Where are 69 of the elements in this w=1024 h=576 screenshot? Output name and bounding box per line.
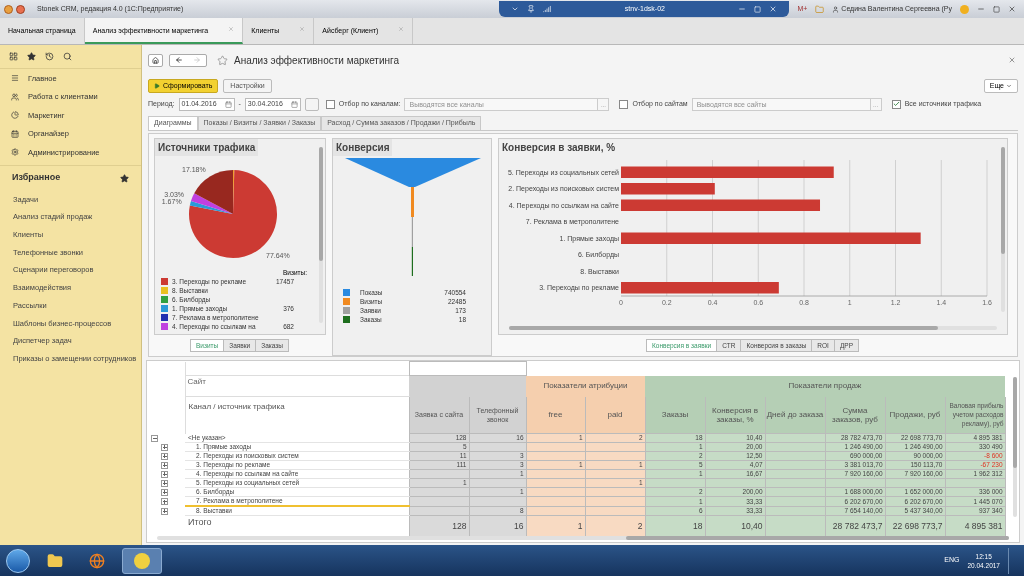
group-header: Показатели продаж	[645, 375, 1005, 397]
favorites-title: Избранное	[12, 171, 61, 185]
panel-title: Конверсия в заявки, %	[501, 141, 617, 155]
calendar-icon[interactable]	[290, 100, 298, 108]
close-icon[interactable]	[769, 5, 778, 13]
restore-icon[interactable]	[754, 5, 762, 13]
expand-toggle[interactable]	[161, 507, 168, 515]
column-header: Сумма заказов, руб	[825, 396, 885, 434]
maximize-icon[interactable]	[993, 5, 1000, 13]
star-icon[interactable]	[27, 52, 36, 61]
calendar-icon[interactable]	[224, 100, 232, 108]
checkbox[interactable]	[619, 99, 629, 109]
close-icon[interactable]	[1008, 56, 1016, 64]
user-icon	[832, 5, 840, 13]
home-button[interactable]	[148, 53, 163, 67]
expand-toggle[interactable]	[161, 443, 168, 451]
collapse-toggle[interactable]	[151, 434, 158, 442]
list-icon	[11, 74, 19, 83]
caret-icon	[1006, 83, 1012, 89]
scrollbar[interactable]	[319, 147, 323, 323]
back-icon[interactable]	[175, 56, 183, 64]
group-header: Показатели атрибуции	[526, 375, 645, 397]
scrollbar[interactable]	[157, 536, 1009, 540]
people-icon	[11, 92, 19, 101]
column-header: Продажи, руб	[885, 396, 945, 434]
column-header: free	[526, 396, 585, 434]
folder-icon[interactable]	[47, 552, 63, 569]
form-title: Анализ эффективности маркетинга	[234, 53, 400, 68]
gear-icon	[11, 148, 19, 157]
scrollbar[interactable]	[1001, 147, 1005, 312]
checkbox[interactable]	[891, 99, 901, 109]
calendar-icon	[11, 129, 19, 138]
total-label: Итого	[185, 515, 409, 536]
search-icon[interactable]	[63, 52, 72, 61]
start-button[interactable]	[6, 548, 30, 573]
column-header: Дней до заказа	[765, 396, 825, 434]
pin-icon[interactable]	[527, 5, 536, 13]
close-icon[interactable]	[1008, 5, 1016, 13]
scrollbar[interactable]	[1013, 377, 1017, 517]
star-icon[interactable]	[120, 173, 129, 183]
app-icon	[4, 4, 13, 14]
minimize-icon[interactable]	[738, 5, 747, 13]
expand-toggle[interactable]	[161, 461, 168, 469]
column-header: Заказы	[645, 396, 705, 434]
expand-toggle[interactable]	[161, 498, 168, 506]
menu-icon[interactable]	[16, 4, 25, 14]
taskbar-app[interactable]	[122, 547, 162, 574]
play-icon	[154, 83, 160, 89]
history-icon[interactable]	[45, 52, 54, 61]
expand-toggle[interactable]	[161, 488, 168, 496]
expand-toggle[interactable]	[161, 479, 168, 487]
column-header: Конверсия в заказы, %	[705, 396, 765, 434]
scrollbar[interactable]	[509, 326, 997, 330]
browser-icon[interactable]	[89, 552, 105, 569]
checkbox[interactable]	[325, 99, 335, 109]
home-icon	[152, 56, 159, 64]
expand-toggle[interactable]	[161, 452, 168, 460]
panel-title: Источники трафика	[155, 139, 259, 156]
apps-grid-icon[interactable]	[9, 52, 18, 61]
total-cell: 128	[409, 515, 469, 536]
pie-chart-icon	[11, 111, 19, 120]
signal-icon	[543, 5, 552, 13]
expand-toggle[interactable]	[161, 470, 168, 478]
column-header: Сайт	[185, 375, 409, 397]
panel-title: Конверсия	[333, 139, 393, 156]
favorite-star-icon[interactable]	[217, 54, 228, 66]
navigation-buttons[interactable]	[169, 53, 207, 67]
caret-icon[interactable]	[511, 5, 520, 13]
column-header: paid	[585, 396, 645, 434]
